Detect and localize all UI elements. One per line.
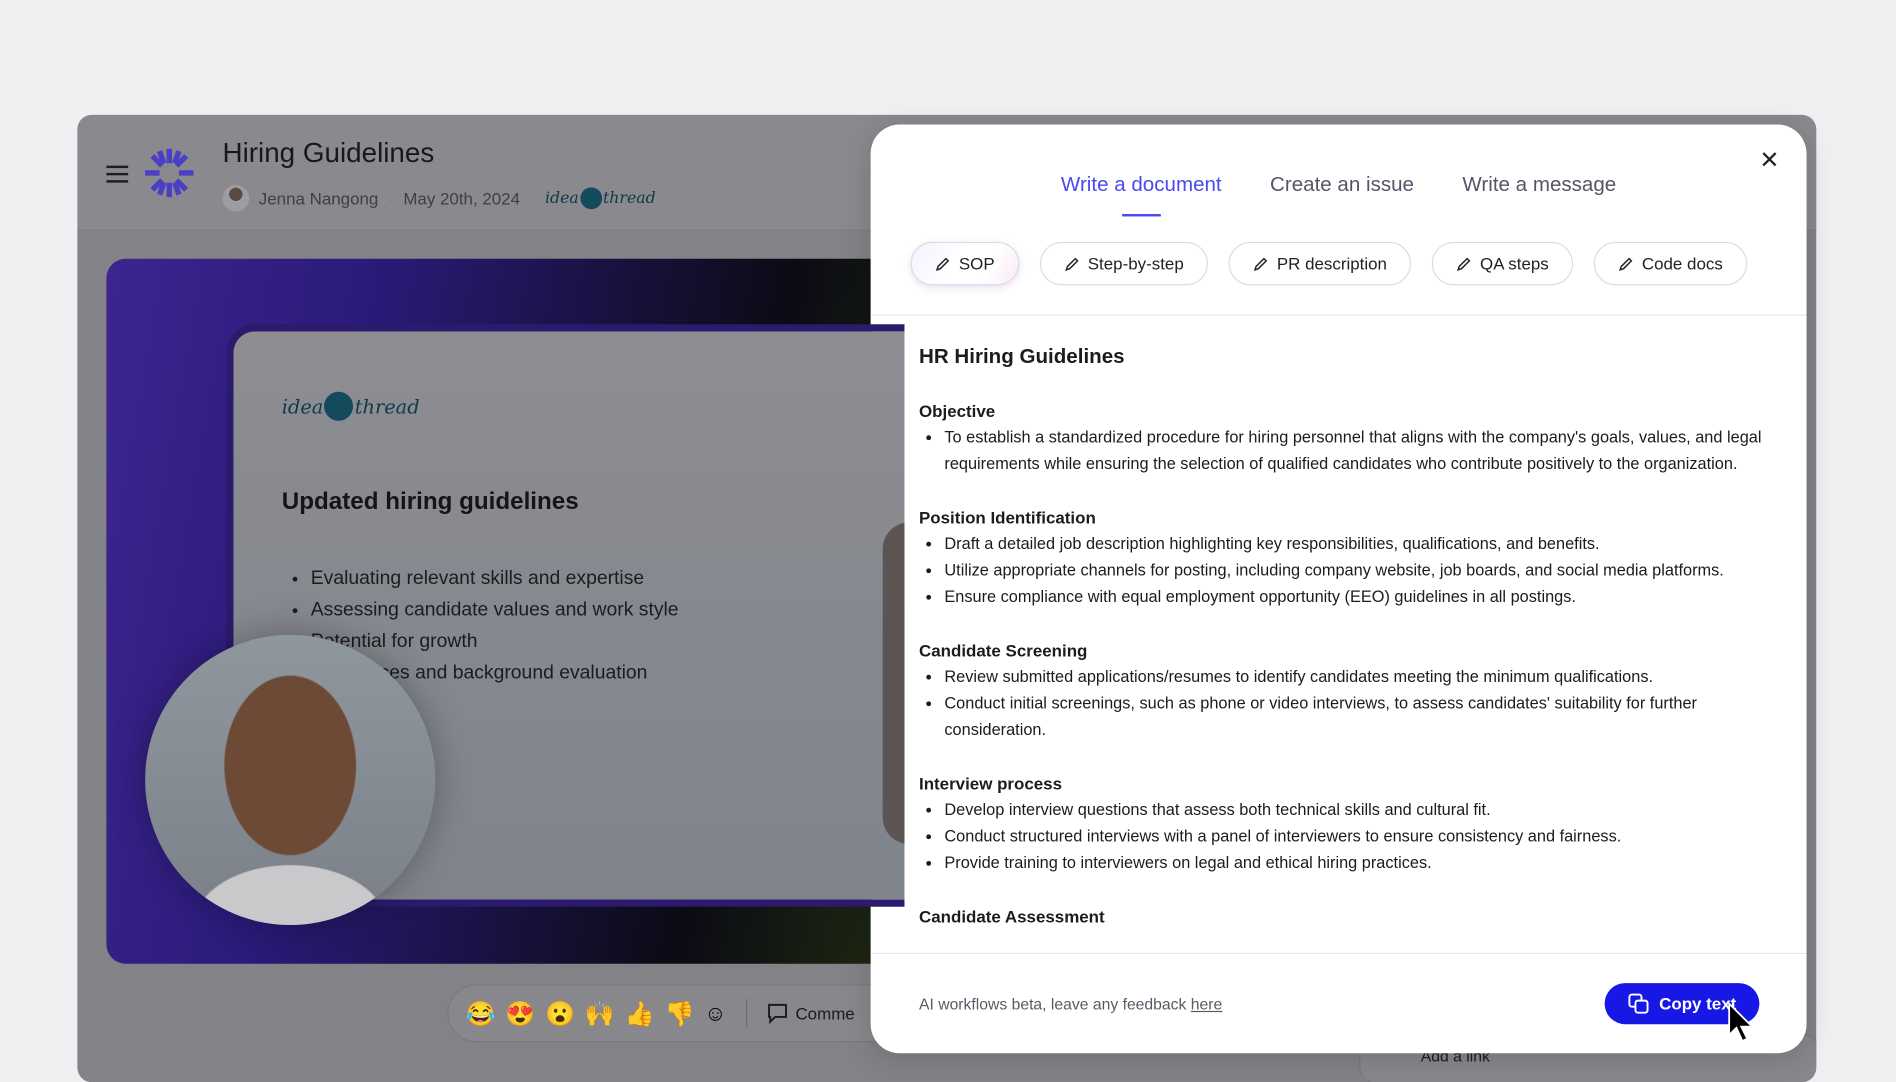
comment-label: Comme xyxy=(795,1003,855,1023)
pencil-icon xyxy=(935,256,950,271)
comment-icon xyxy=(767,1003,787,1025)
slide-bullet: Evaluating relevant skills and expertise xyxy=(311,563,679,594)
close-icon[interactable]: ✕ xyxy=(1759,149,1779,173)
pencil-icon xyxy=(1064,256,1079,271)
menu-icon[interactable] xyxy=(106,165,129,183)
separator: · xyxy=(388,188,394,208)
list-item: Develop interview questions that assess … xyxy=(944,797,1765,824)
chip-step-by-step[interactable]: Step-by-step xyxy=(1039,241,1208,286)
tab-write-document[interactable]: Write a document xyxy=(1061,173,1222,217)
section-heading: Interview process xyxy=(918,773,1063,794)
copy-icon xyxy=(1628,993,1649,1014)
document-title: HR Hiring Guidelines xyxy=(918,344,1125,368)
section-heading: Position Identification xyxy=(918,507,1096,528)
page-title: Hiring Guidelines xyxy=(222,136,435,169)
list-item: To establish a standardized procedure fo… xyxy=(944,424,1765,477)
chip-label: PR description xyxy=(1276,253,1387,274)
author-name[interactable]: Jenna Nangong xyxy=(259,189,379,208)
section-list: Develop interview questions that assess … xyxy=(919,797,1765,877)
document-section: Interview process Develop interview quest… xyxy=(919,770,1765,876)
chip-label: Code docs xyxy=(1641,253,1723,274)
slide-bullet: Assessing candidate values and work styl… xyxy=(311,595,679,626)
chip-qa-steps[interactable]: QA steps xyxy=(1431,241,1573,286)
chip-label: Step-by-step xyxy=(1087,253,1184,274)
pencil-icon xyxy=(1253,256,1268,271)
list-item: Draft a detailed job description highlig… xyxy=(944,531,1765,558)
ai-workflows-modal: Write a document Create an issue Write a… xyxy=(870,124,1807,1054)
document-section: Position Identification Draft a detailed … xyxy=(919,504,1765,610)
document-section: Candidate Assessment xyxy=(919,903,1765,930)
section-heading: Candidate Assessment xyxy=(918,906,1105,927)
list-item: Utilize appropriate channels for posting… xyxy=(944,557,1765,584)
section-heading: Candidate Screening xyxy=(918,640,1088,661)
document-section: Candidate Screening Review submitted appl… xyxy=(919,637,1765,743)
chip-pr-description[interactable]: PR description xyxy=(1228,241,1412,286)
feedback-link[interactable]: here xyxy=(1191,995,1222,1013)
list-item: Conduct structured interviews with a pan… xyxy=(944,823,1765,850)
emoji-thumbs-up[interactable]: 👍 xyxy=(625,998,655,1028)
section-list: To establish a standardized procedure fo… xyxy=(919,424,1765,477)
template-chips: SOP Step-by-step PR description QA steps… xyxy=(910,241,1747,286)
list-item: Conduct initial screenings, such as phon… xyxy=(944,690,1765,743)
presenter-camera-bubble xyxy=(145,634,436,926)
separator: · xyxy=(529,188,536,208)
tab-write-message[interactable]: Write a message xyxy=(1462,173,1616,209)
section-heading: Objective xyxy=(918,401,996,421)
comment-button[interactable]: Comme xyxy=(766,1002,855,1025)
emoji-laugh[interactable]: 😂 xyxy=(466,998,496,1028)
chip-label: SOP xyxy=(958,253,995,274)
divider xyxy=(745,998,748,1028)
pencil-icon xyxy=(1456,256,1471,271)
feedback-note: AI workflows beta, leave any feedback he… xyxy=(919,995,1222,1013)
slide-heading: Updated hiring guidelines xyxy=(281,488,579,516)
avatar[interactable] xyxy=(222,185,250,212)
divider xyxy=(870,314,1807,316)
slide-photo xyxy=(882,522,905,845)
slide-logo: idea thread xyxy=(282,391,420,421)
section-list: Review submitted applications/resumes to… xyxy=(919,664,1765,744)
emoji-heart-eyes[interactable]: 😍 xyxy=(505,998,535,1028)
feedback-text: AI workflows beta, leave any feedback xyxy=(918,995,1191,1014)
pencil-icon xyxy=(1618,256,1633,271)
doc-date: May 20th, 2024 xyxy=(403,188,521,208)
divider xyxy=(870,952,1807,955)
mouse-cursor-icon xyxy=(1728,1001,1755,1043)
emoji-wow[interactable]: 😮 xyxy=(545,998,575,1028)
list-item: Provide training to interviewers on lega… xyxy=(944,850,1765,877)
emoji-thumbs-down[interactable]: 👎 xyxy=(664,998,694,1028)
chip-sop[interactable]: SOP xyxy=(910,241,1019,286)
generated-document[interactable]: HR Hiring Guidelines Objective To establi… xyxy=(919,345,1765,956)
modal-tabs: Write a document Create an issue Write a… xyxy=(871,173,1807,217)
brand-logo: idea thread xyxy=(545,187,656,210)
tab-create-issue[interactable]: Create an issue xyxy=(1270,173,1414,209)
app-logo-icon xyxy=(145,148,194,198)
list-item: Review submitted applications/resumes to… xyxy=(944,664,1765,691)
list-item: Ensure compliance with equal employment … xyxy=(944,584,1765,611)
doc-meta: Jenna Nangong · May 20th, 2024 · idea thr… xyxy=(222,185,656,212)
document-section: Objective To establish a standardized pro… xyxy=(919,398,1765,478)
reaction-bar: 😂 😍 😮 🙌 👍 👎 ☺ Comme xyxy=(447,984,927,1043)
section-list: Draft a detailed job description highlig… xyxy=(919,531,1765,611)
emoji-raised-hands[interactable]: 🙌 xyxy=(585,998,615,1028)
copy-label: Copy text xyxy=(1659,993,1737,1014)
chip-label: QA steps xyxy=(1480,253,1549,274)
slide-bullet: Potential for growth xyxy=(311,626,679,657)
chip-code-docs[interactable]: Code docs xyxy=(1593,241,1747,286)
add-reaction-icon[interactable]: ☺ xyxy=(704,1001,726,1026)
video-player[interactable]: ideathread Updated hiring guidelines Eva… xyxy=(106,258,905,964)
